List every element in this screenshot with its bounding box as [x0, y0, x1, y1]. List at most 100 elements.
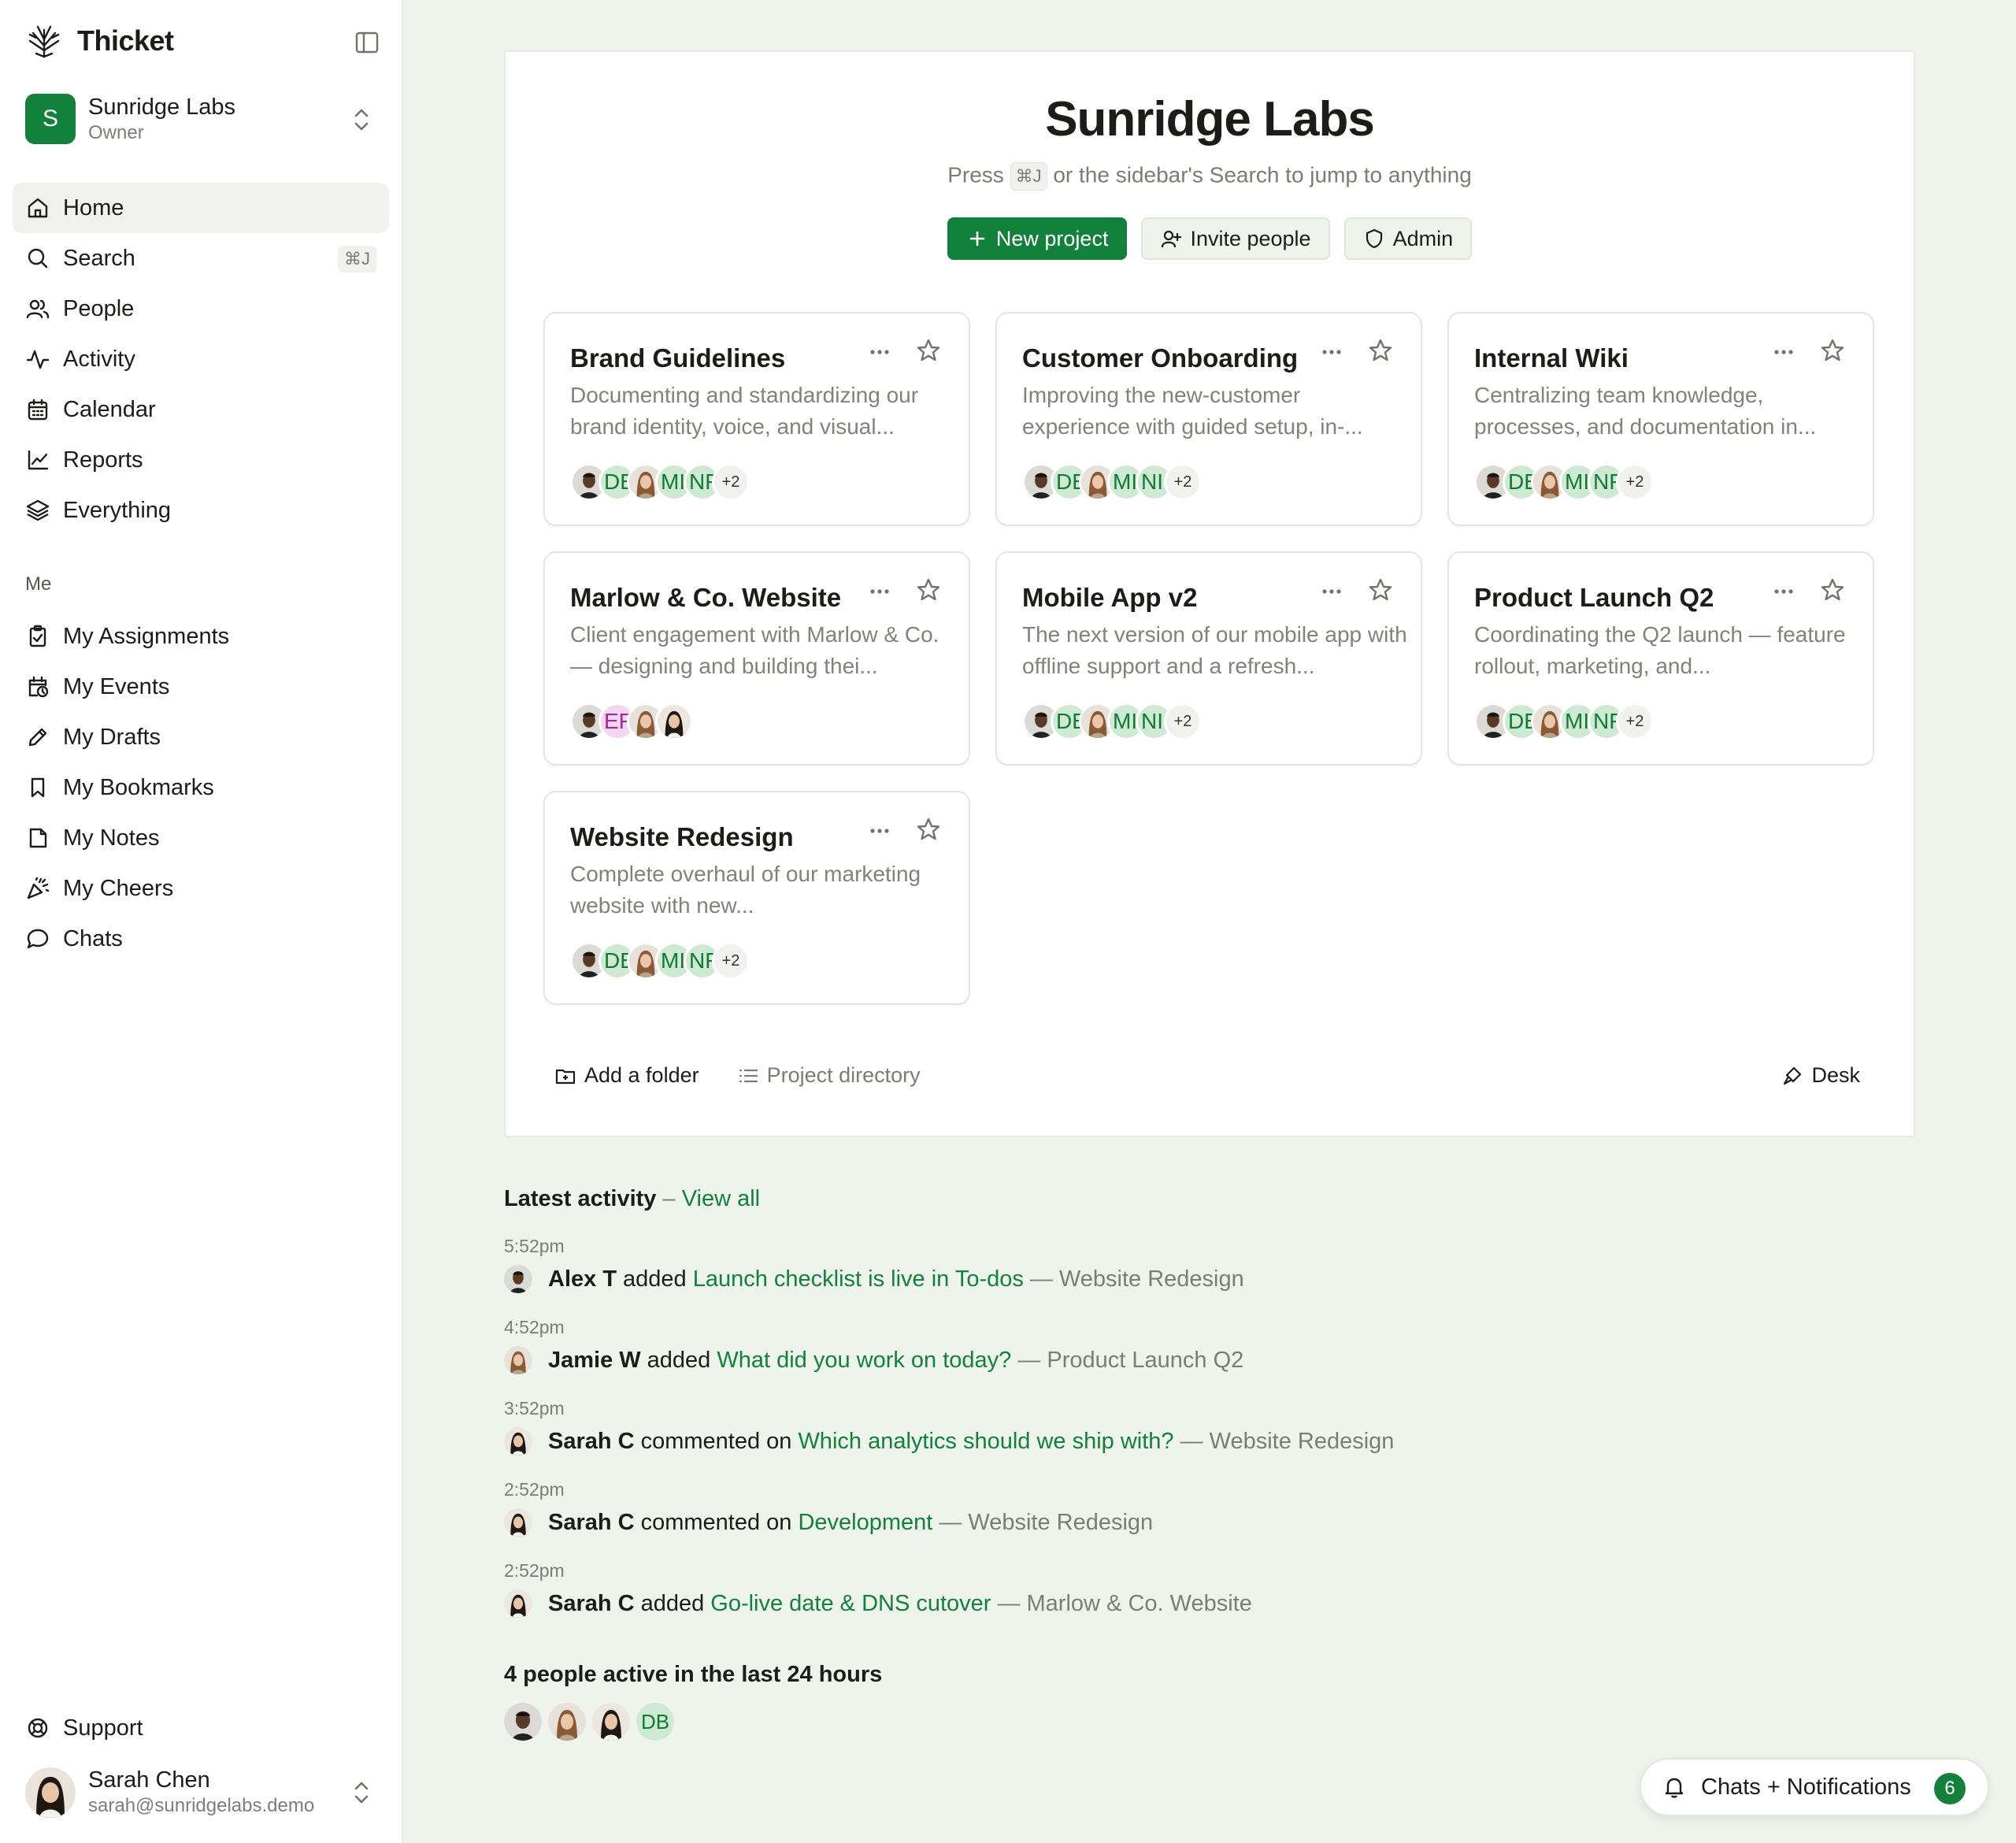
- star-icon[interactable]: [1819, 577, 1846, 603]
- more-icon[interactable]: [1318, 339, 1345, 365]
- more-icon[interactable]: [1770, 339, 1797, 365]
- nav-item-my-events[interactable]: My Events: [13, 662, 389, 712]
- star-icon[interactable]: [915, 337, 942, 364]
- user-menu[interactable]: Sarah Chen sarah@sunridgelabs.demo: [25, 1764, 380, 1821]
- project-title[interactable]: Internal Wiki: [1474, 343, 1629, 373]
- project-card[interactable]: Mobile App v2 The next version of our mo…: [995, 551, 1422, 766]
- nav-item-chats[interactable]: Chats: [13, 914, 389, 964]
- project-title[interactable]: Mobile App v2: [1022, 583, 1197, 613]
- nav-item-my-cheers[interactable]: My Cheers: [13, 863, 389, 914]
- org-switcher[interactable]: S Sunridge Labs Owner: [25, 91, 380, 146]
- avatar[interactable]: [655, 703, 693, 740]
- project-card[interactable]: Marlow & Co. Website Client engagement w…: [543, 551, 970, 766]
- activity-actor[interactable]: Sarah C: [548, 1429, 635, 1455]
- nav-item-my-notes[interactable]: My Notes: [13, 813, 389, 863]
- chats-notifications-button[interactable]: Chats + Notifications 6: [1640, 1758, 1989, 1816]
- activity-entry: 2:52pm Sarah C commented on Development …: [504, 1479, 1922, 1537]
- party-popper-icon: [27, 877, 50, 899]
- nav-item-everything[interactable]: Everything: [13, 485, 389, 536]
- activity-target-link[interactable]: Which analytics should we ship with?: [798, 1429, 1173, 1455]
- nav-item-people[interactable]: People: [13, 284, 389, 334]
- project-card[interactable]: Product Launch Q2 Coordinating the Q2 la…: [1447, 551, 1874, 766]
- support-link[interactable]: Support: [13, 1703, 389, 1753]
- admin-button[interactable]: Admin: [1343, 217, 1473, 260]
- avatar[interactable]: [504, 1703, 542, 1741]
- star-icon[interactable]: [1367, 577, 1394, 603]
- more-icon[interactable]: [1770, 578, 1797, 605]
- nav-item-activity[interactable]: Activity: [13, 334, 389, 384]
- avatar[interactable]: [504, 1427, 532, 1455]
- avatar-initials[interactable]: DB: [636, 1703, 674, 1741]
- project-title[interactable]: Product Launch Q2: [1474, 583, 1714, 613]
- folder-plus-icon: [555, 1069, 576, 1084]
- activity-target-link[interactable]: Go-live date & DNS cutover: [710, 1591, 991, 1617]
- nav-item-my-bookmarks[interactable]: My Bookmarks: [13, 762, 389, 813]
- user-name: Sarah Chen: [88, 1767, 210, 1793]
- brand[interactable]: Thicket: [25, 22, 174, 60]
- star-icon[interactable]: [1367, 337, 1394, 364]
- nav-item-calendar[interactable]: Calendar: [13, 384, 389, 435]
- more-icon[interactable]: [866, 818, 893, 844]
- avatar[interactable]: [504, 1265, 532, 1293]
- more-members-count[interactable]: +2: [712, 463, 750, 501]
- more-icon[interactable]: [1318, 578, 1345, 605]
- project-description: Client engagement with Marlow & Co. — de…: [570, 622, 939, 678]
- list-icon: [739, 1069, 758, 1082]
- project-title[interactable]: Customer Onboarding: [1022, 343, 1298, 373]
- nav-item-search[interactable]: Search ⌘J: [13, 233, 389, 284]
- nav-item-reports[interactable]: Reports: [13, 435, 389, 485]
- desk-button[interactable]: Desk: [1781, 1063, 1860, 1088]
- org-name: Sunridge Labs: [88, 95, 236, 120]
- activity-actor[interactable]: Sarah C: [548, 1510, 635, 1536]
- project-directory-button[interactable]: Project directory: [737, 1063, 921, 1088]
- activity-target-link[interactable]: What did you work on today?: [717, 1348, 1011, 1374]
- more-members-count[interactable]: +2: [1616, 703, 1654, 740]
- shortcut-kbd: ⌘J: [1010, 162, 1047, 191]
- project-title[interactable]: Brand Guidelines: [570, 343, 785, 373]
- nav-item-my-assignments[interactable]: My Assignments: [13, 611, 389, 662]
- project-title[interactable]: Website Redesign: [570, 822, 794, 852]
- star-icon[interactable]: [1819, 337, 1846, 364]
- nav-item-support[interactable]: Support: [13, 1703, 389, 1753]
- project-card[interactable]: Website Redesign Complete overhaul of ou…: [543, 791, 970, 1005]
- chevron-updown-icon: [354, 109, 369, 131]
- activity-entry: 4:52pm Jamie W added What did you work o…: [504, 1317, 1922, 1374]
- more-members-count[interactable]: +2: [1616, 463, 1654, 501]
- button-label: Admin: [1392, 226, 1454, 250]
- activity-actor[interactable]: Jamie W: [548, 1348, 641, 1374]
- avatar: [25, 1767, 76, 1818]
- star-icon[interactable]: [915, 577, 942, 603]
- more-members-count[interactable]: +2: [1164, 703, 1202, 740]
- activity-target-link[interactable]: Development: [798, 1510, 932, 1536]
- project-card[interactable]: Internal Wiki Centralizing team knowledg…: [1447, 312, 1874, 526]
- avatar[interactable]: [504, 1508, 532, 1537]
- avatar[interactable]: [592, 1703, 630, 1741]
- bookmark-icon: [31, 777, 45, 798]
- avatar[interactable]: [548, 1703, 586, 1741]
- project-card[interactable]: Brand Guidelines Documenting and standar…: [543, 312, 970, 526]
- project-title[interactable]: Marlow & Co. Website: [570, 583, 841, 613]
- activity-actor[interactable]: Sarah C: [548, 1591, 635, 1617]
- nav-item-my-drafts[interactable]: My Drafts: [13, 712, 389, 762]
- avatar[interactable]: [504, 1346, 532, 1374]
- activity-actor[interactable]: Alex T: [548, 1266, 617, 1292]
- add-folder-button[interactable]: Add a folder: [554, 1063, 699, 1088]
- sidebar-toggle-icon[interactable]: [351, 27, 383, 58]
- more-icon[interactable]: [866, 578, 893, 605]
- more-members-count[interactable]: +2: [1164, 463, 1202, 501]
- nav-item-home[interactable]: Home: [13, 183, 389, 233]
- more-members-count[interactable]: +2: [712, 942, 750, 980]
- activity-entry: 2:52pm Sarah C added Go-live date & DNS …: [504, 1560, 1922, 1618]
- project-card[interactable]: Customer Onboarding Improving the new-cu…: [995, 312, 1422, 526]
- view-all-link[interactable]: View all: [682, 1186, 760, 1211]
- new-project-button[interactable]: New project: [947, 217, 1128, 260]
- star-icon[interactable]: [915, 816, 942, 843]
- chevron-updown-icon: [354, 1782, 369, 1804]
- invite-people-button[interactable]: Invite people: [1141, 217, 1330, 260]
- avatar[interactable]: [504, 1589, 532, 1618]
- active-people-title: 4 people active in the last 24 hours: [504, 1662, 883, 1687]
- page-subtitle: Press ⌘J or the sidebar's Search to jump…: [506, 162, 1914, 191]
- activity-target-link[interactable]: Launch checklist is live in To-dos: [693, 1266, 1024, 1292]
- notification-count-badge: 6: [1934, 1773, 1966, 1804]
- more-icon[interactable]: [866, 339, 893, 365]
